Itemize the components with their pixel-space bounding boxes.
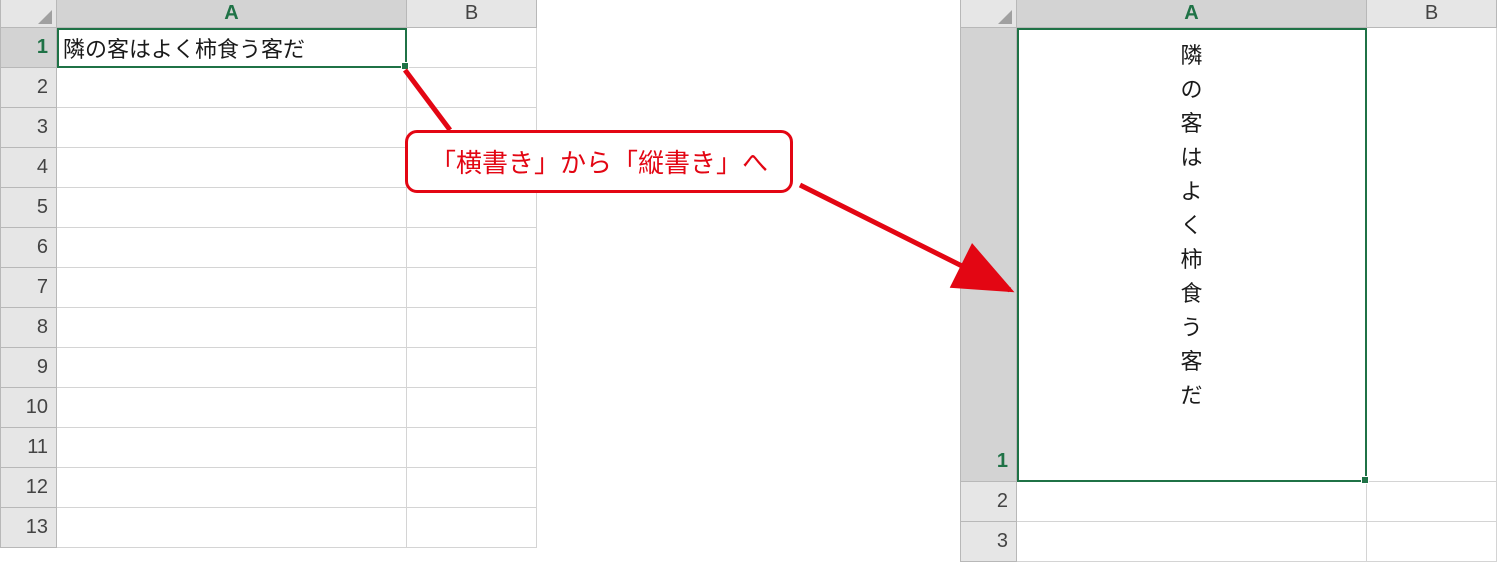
row-8: 8 [1,308,540,348]
row-header-7[interactable]: 7 [1,268,57,308]
cell-B2[interactable] [407,68,537,108]
cell-B1[interactable] [1367,28,1497,482]
select-all-corner[interactable] [1,0,57,28]
cell-A2[interactable] [57,68,407,108]
left-spreadsheet: A B 1 隣の客はよく柿食う客だ 2 3 4 5 6 7 8 [0,0,540,548]
cell-A1[interactable]: 隣の客はよく柿食う客だ [57,28,407,68]
cell-A6[interactable] [57,228,407,268]
column-header-B[interactable]: B [1367,0,1497,28]
row-header-6[interactable]: 6 [1,228,57,268]
select-all-corner[interactable] [961,0,1017,28]
column-header-row: A B [1,0,540,28]
cell-A11[interactable] [57,428,407,468]
row-header-11[interactable]: 11 [1,428,57,468]
annotation-callout: 「横書き」から「縦書き」へ [405,130,793,193]
row-2: 2 [961,482,1500,522]
cell-A5[interactable] [57,188,407,228]
cell-B6[interactable] [407,228,537,268]
cell-A3[interactable] [1017,522,1367,562]
row-header-1[interactable]: 1 [961,28,1017,482]
cell-A8[interactable] [57,308,407,348]
row-header-8[interactable]: 8 [1,308,57,348]
cell-A10[interactable] [57,388,407,428]
column-header-A[interactable]: A [1017,0,1367,28]
cell-B7[interactable] [407,268,537,308]
row-header-3[interactable]: 3 [1,108,57,148]
row-5: 5 [1,188,540,228]
cell-B11[interactable] [407,428,537,468]
row-3: 3 [961,522,1500,562]
cell-B2[interactable] [1367,482,1497,522]
cell-A9[interactable] [57,348,407,388]
row-7: 7 [1,268,540,308]
cell-B13[interactable] [407,508,537,548]
row-header-12[interactable]: 12 [1,468,57,508]
row-6: 6 [1,228,540,268]
row-header-9[interactable]: 9 [1,348,57,388]
vertical-text: 隣の客はよく柿食う客だ [1180,38,1202,412]
right-spreadsheet: A B 1 隣の客はよく柿食う客だ 2 3 [960,0,1500,562]
cell-B10[interactable] [407,388,537,428]
row-header-10[interactable]: 10 [1,388,57,428]
cell-A1[interactable]: 隣の客はよく柿食う客だ [1017,28,1367,482]
cell-A12[interactable] [57,468,407,508]
row-2: 2 [1,68,540,108]
cell-B9[interactable] [407,348,537,388]
cell-A7[interactable] [57,268,407,308]
cell-A13[interactable] [57,508,407,548]
row-header-2[interactable]: 2 [961,482,1017,522]
row-header-2[interactable]: 2 [1,68,57,108]
row-10: 10 [1,388,540,428]
cell-B3[interactable] [1367,522,1497,562]
cell-B8[interactable] [407,308,537,348]
row-1: 1 隣の客はよく柿食う客だ [1,28,540,68]
column-header-B[interactable]: B [407,0,537,28]
cell-A3[interactable] [57,108,407,148]
row-header-1[interactable]: 1 [1,28,57,68]
row-9: 9 [1,348,540,388]
column-header-A[interactable]: A [57,0,407,28]
row-header-13[interactable]: 13 [1,508,57,548]
row-1: 1 隣の客はよく柿食う客だ [961,28,1500,482]
row-12: 12 [1,468,540,508]
column-header-row: A B [961,0,1500,28]
row-13: 13 [1,508,540,548]
row-header-5[interactable]: 5 [1,188,57,228]
row-header-3[interactable]: 3 [961,522,1017,562]
cell-B12[interactable] [407,468,537,508]
cell-B5[interactable] [407,188,537,228]
cell-A4[interactable] [57,148,407,188]
cell-B1[interactable] [407,28,537,68]
row-11: 11 [1,428,540,468]
row-header-4[interactable]: 4 [1,148,57,188]
cell-A2[interactable] [1017,482,1367,522]
